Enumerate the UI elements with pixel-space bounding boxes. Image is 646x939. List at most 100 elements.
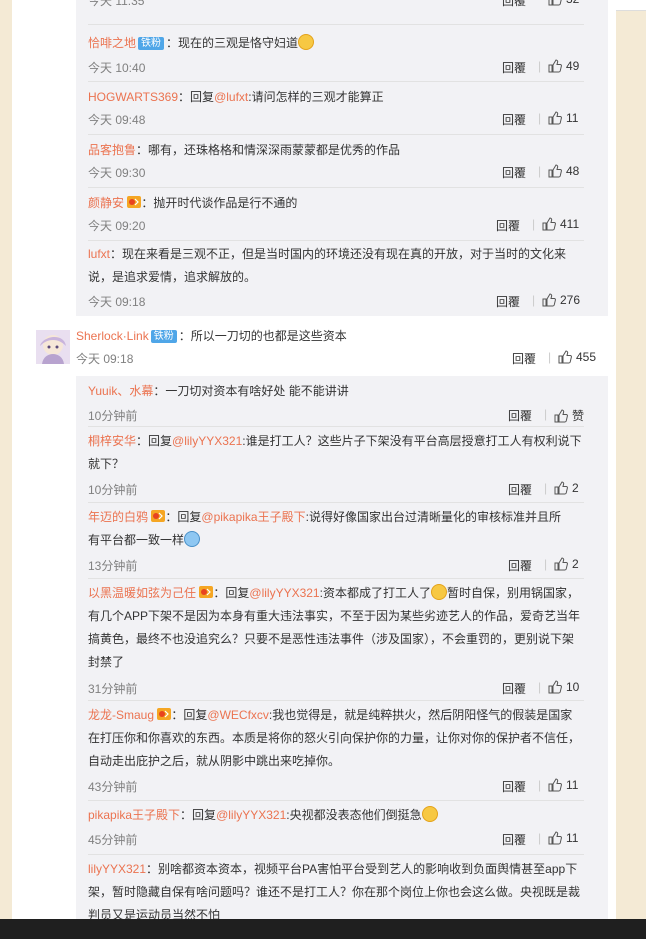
thumb-up-icon — [542, 293, 556, 307]
thumb-up-icon — [554, 409, 568, 423]
comment-text: :谁是打工人？这些片子下架没有平台高层授意打工人有权利说下 — [242, 434, 582, 448]
like-count: 411 — [560, 217, 580, 231]
user-name[interactable]: 龙龙-Smaug — [88, 708, 154, 722]
emoji-icon — [298, 34, 315, 50]
comment-time: 今天 09:20 — [88, 219, 146, 233]
comment-time: 今天 09:18 — [76, 352, 134, 366]
user-name[interactable]: lilyYYX321 — [88, 862, 146, 876]
reply-button[interactable]: 回覆 — [502, 164, 526, 181]
reply-button[interactable]: 回覆 — [496, 293, 520, 310]
like-count: 2 — [572, 557, 579, 571]
reply-item: lilyYYX321：别啥都资本资本，视频平台PA害怕平台受到艺人的影响收到负面… — [76, 858, 584, 920]
like-button[interactable]: 276 — [542, 293, 580, 307]
like-button[interactable]: 48 — [548, 164, 579, 178]
divider — [88, 81, 584, 82]
avatar[interactable] — [36, 330, 70, 364]
user-name[interactable]: 恰啡之地 — [88, 36, 136, 50]
reply-button[interactable]: 回覆 — [496, 217, 520, 234]
divider — [88, 854, 584, 855]
reply-item: 恰啡之地 铁粉 ：现在的三观是恪守妇道 今天 10:40 回覆 | 49 — [76, 30, 584, 82]
thumb-up-icon — [548, 0, 562, 6]
user-name[interactable]: 颜静安 — [88, 196, 124, 210]
mention-link[interactable]: @lufxt — [214, 90, 248, 104]
reply-button[interactable]: 回覆 — [512, 350, 536, 367]
reply-item: 品客抱鲁：哪有，还珠格格和情深深雨蒙蒙都是优秀的作品 今天 09:30 回覆 |… — [76, 137, 584, 189]
comment-text-line2: 说，是追求爱情，追求解放的。 — [88, 270, 257, 284]
comment-text: 别啥都资本资本，视频平台PA害怕平台受到艺人的影响收到负面舆情甚至app下 — [158, 862, 578, 876]
emoji-icon — [184, 531, 201, 547]
mention-link[interactable]: @lilyYYX321 — [172, 434, 242, 448]
comment-body: 恰啡之地 铁粉 ：现在的三观是恪守妇道 — [88, 32, 582, 55]
like-count: 276 — [560, 293, 581, 307]
comment-time: 今天 09:18 — [88, 295, 146, 309]
divider — [88, 426, 584, 427]
divider — [88, 134, 584, 135]
mention-link[interactable]: @pikapika王子殿下 — [201, 510, 305, 524]
like-count: 49 — [566, 59, 580, 73]
user-name[interactable]: 以黑温暖如弦为己任 — [88, 586, 196, 600]
user-name[interactable]: HOGWARTS369 — [88, 90, 178, 104]
reply-item: HOGWARTS369：回复@lufxt:请问怎样的三观才能算正 今天 09:4… — [76, 84, 584, 136]
comment-time: 31分钟前 — [88, 682, 138, 696]
like-button[interactable]: 11 — [548, 111, 578, 125]
user-name[interactable]: lufxt — [88, 247, 110, 261]
like-button[interactable]: 2 — [554, 557, 579, 571]
like-button[interactable]: 10 — [548, 680, 579, 694]
comment-text: :说得好像国家出台过清晰量化的审核标准并且所 — [305, 510, 561, 524]
reply-item: lufxt：现在来看是三观不正，但是当时国内的环境还没有现在真的开放，对于当时的… — [76, 243, 584, 315]
like-button[interactable]: 49 — [548, 59, 579, 73]
like-count: 11 — [566, 831, 579, 845]
reply-thread-1: 今天 11:35 回覆 32 恰啡之地铁粉：现在的三观是恪守妇道 今天 10:4… — [76, 0, 608, 316]
user-name[interactable]: 桐梓安华 — [88, 434, 136, 448]
reply-button[interactable]: 回覆 — [502, 831, 526, 848]
reply-button[interactable]: 回覆 — [502, 111, 526, 128]
thumb-up-icon — [542, 217, 556, 231]
vip-icon — [127, 196, 142, 208]
like-button[interactable]: 11 — [548, 831, 578, 845]
reply-item: 龙龙-Smaug ：回复@WECfxcv:我也觉得是，就是纯粹拱火，然后阴阳怪气… — [76, 704, 584, 800]
like-button[interactable]: 455 — [558, 350, 596, 364]
reply-button[interactable]: 回覆 — [502, 680, 526, 697]
comment-body: 以黑温暖如弦为己任 ：回复@lilyYYX321:资本都成了打工人了 暂时自保，别… — [88, 584, 581, 669]
thumb-up-icon — [548, 680, 562, 694]
reply-button[interactable]: 回覆 — [508, 481, 532, 498]
like-count: 32 — [566, 0, 579, 6]
thumb-up-icon — [558, 350, 572, 364]
mention-link[interactable]: @WECfxcv — [207, 708, 269, 722]
fan-badge: 铁粉 — [138, 37, 165, 50]
fan-badge: 铁粉 — [150, 330, 177, 343]
like-button[interactable]: 32 — [548, 0, 579, 6]
like-count: 10 — [566, 680, 580, 694]
comment-time: 今天 09:30 — [88, 166, 146, 180]
reply-button[interactable]: 回覆 — [508, 557, 532, 574]
avatar-image — [36, 330, 70, 364]
user-name[interactable]: pikapika王子殿下 — [88, 808, 180, 822]
comment-text: 现在来看是三观不正，但是当时国内的环境还没有现在真的开放，对于当时的文化来 — [122, 247, 567, 261]
reply-button[interactable]: 回覆 — [502, 0, 526, 9]
user-name[interactable]: Sherlock·Link — [76, 329, 149, 343]
comment-body: Yuuik、水幕：一刀切对资本有啥好处 能不能讲讲 — [88, 384, 349, 398]
user-name[interactable]: Yuuik、水幕 — [88, 384, 153, 398]
reply-button[interactable]: 回覆 — [502, 778, 526, 795]
comment-body: 颜静安 ：抛开时代谈作品是行不通的 — [88, 196, 298, 210]
comment-time: 43分钟前 — [88, 780, 138, 794]
reply-button[interactable]: 回覆 — [508, 407, 532, 424]
emoji-icon — [430, 584, 447, 600]
like-button[interactable]: 411 — [542, 217, 579, 231]
like-count: 11 — [566, 111, 579, 125]
like-button[interactable]: 赞 — [554, 407, 584, 424]
vip-icon — [157, 708, 172, 720]
user-name[interactable]: 年迈的白鸦 — [88, 510, 148, 524]
thumb-up-icon — [554, 557, 568, 571]
mention-link[interactable]: @lilyYYX321 — [216, 808, 286, 822]
like-button[interactable]: 11 — [548, 778, 578, 792]
like-button[interactable]: 2 — [554, 481, 579, 495]
user-name[interactable]: 品客抱鲁 — [88, 143, 136, 157]
mention-link[interactable]: @lilyYYX321 — [249, 586, 319, 600]
comment-text: :请问怎样的三观才能算正 — [248, 90, 384, 104]
divider — [88, 187, 584, 188]
reply-button[interactable]: 回覆 — [502, 59, 526, 76]
vip-icon — [199, 586, 214, 598]
comment-body: HOGWARTS369：回复@lufxt:请问怎样的三观才能算正 — [88, 90, 384, 104]
divider — [88, 578, 584, 579]
